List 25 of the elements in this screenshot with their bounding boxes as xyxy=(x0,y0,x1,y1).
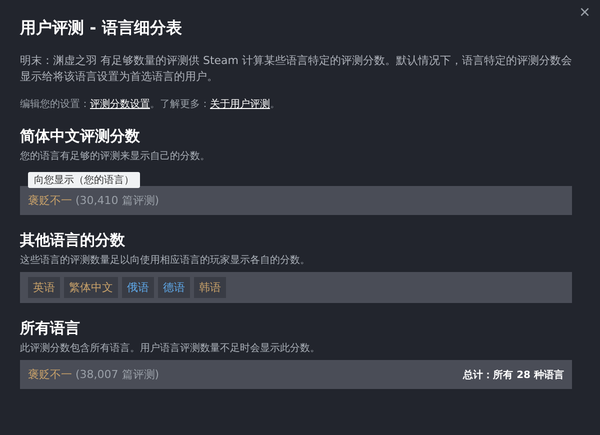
dialog-title: 用户评测 - 语言细分表 xyxy=(20,18,183,39)
language-button[interactable]: 德语 xyxy=(158,277,190,298)
language-button[interactable]: 繁体中文 xyxy=(64,277,118,298)
language-button[interactable]: 俄语 xyxy=(122,277,154,298)
review-count: (38,007 篇评测) xyxy=(76,368,160,381)
language-button[interactable]: 韩语 xyxy=(194,277,226,298)
section-title: 所有语言 xyxy=(20,319,81,338)
settings-text: 。 xyxy=(270,99,280,110)
settings-text: 编辑您的设置： xyxy=(20,99,90,110)
settings-link[interactable]: 关于用户评测 xyxy=(210,99,270,110)
language-button[interactable]: 英语 xyxy=(28,277,60,298)
description-text: 明末：渊虚之羽 有足够数量的评测供 Steam 计算某些语言特定的评测分数。默认情况下，语言特定的评测分数会显示给将该语言设置为首选语言的用户。 xyxy=(20,53,574,85)
section-subtitle: 此评测分数包含所有语言。用户语言评测数量不足时会显示此分数。 xyxy=(20,342,321,355)
rating-text: 褒贬不一 xyxy=(28,194,72,207)
settings-link[interactable]: 评测分数设置 xyxy=(90,99,150,110)
section-subtitle: 您的语言有足够的评测来显示自己的分数。 xyxy=(20,150,211,163)
section-subtitle: 这些语言的评测数量足以向使用相应语言的玩家显示各自的分数。 xyxy=(20,254,311,267)
review-count: (30,410 篇评测) xyxy=(76,194,160,207)
language-tag: 向您显示（您的语言） xyxy=(28,172,140,188)
close-button[interactable]: × xyxy=(575,2,594,22)
settings-text: 。了解更多： xyxy=(150,99,210,110)
rating-text: 褒贬不一 xyxy=(28,368,72,381)
section-title: 简体中文评测分数 xyxy=(20,127,141,146)
total-text: 总计：所有 28 种语言 xyxy=(463,368,564,382)
section-title: 其他语言的分数 xyxy=(20,231,126,250)
